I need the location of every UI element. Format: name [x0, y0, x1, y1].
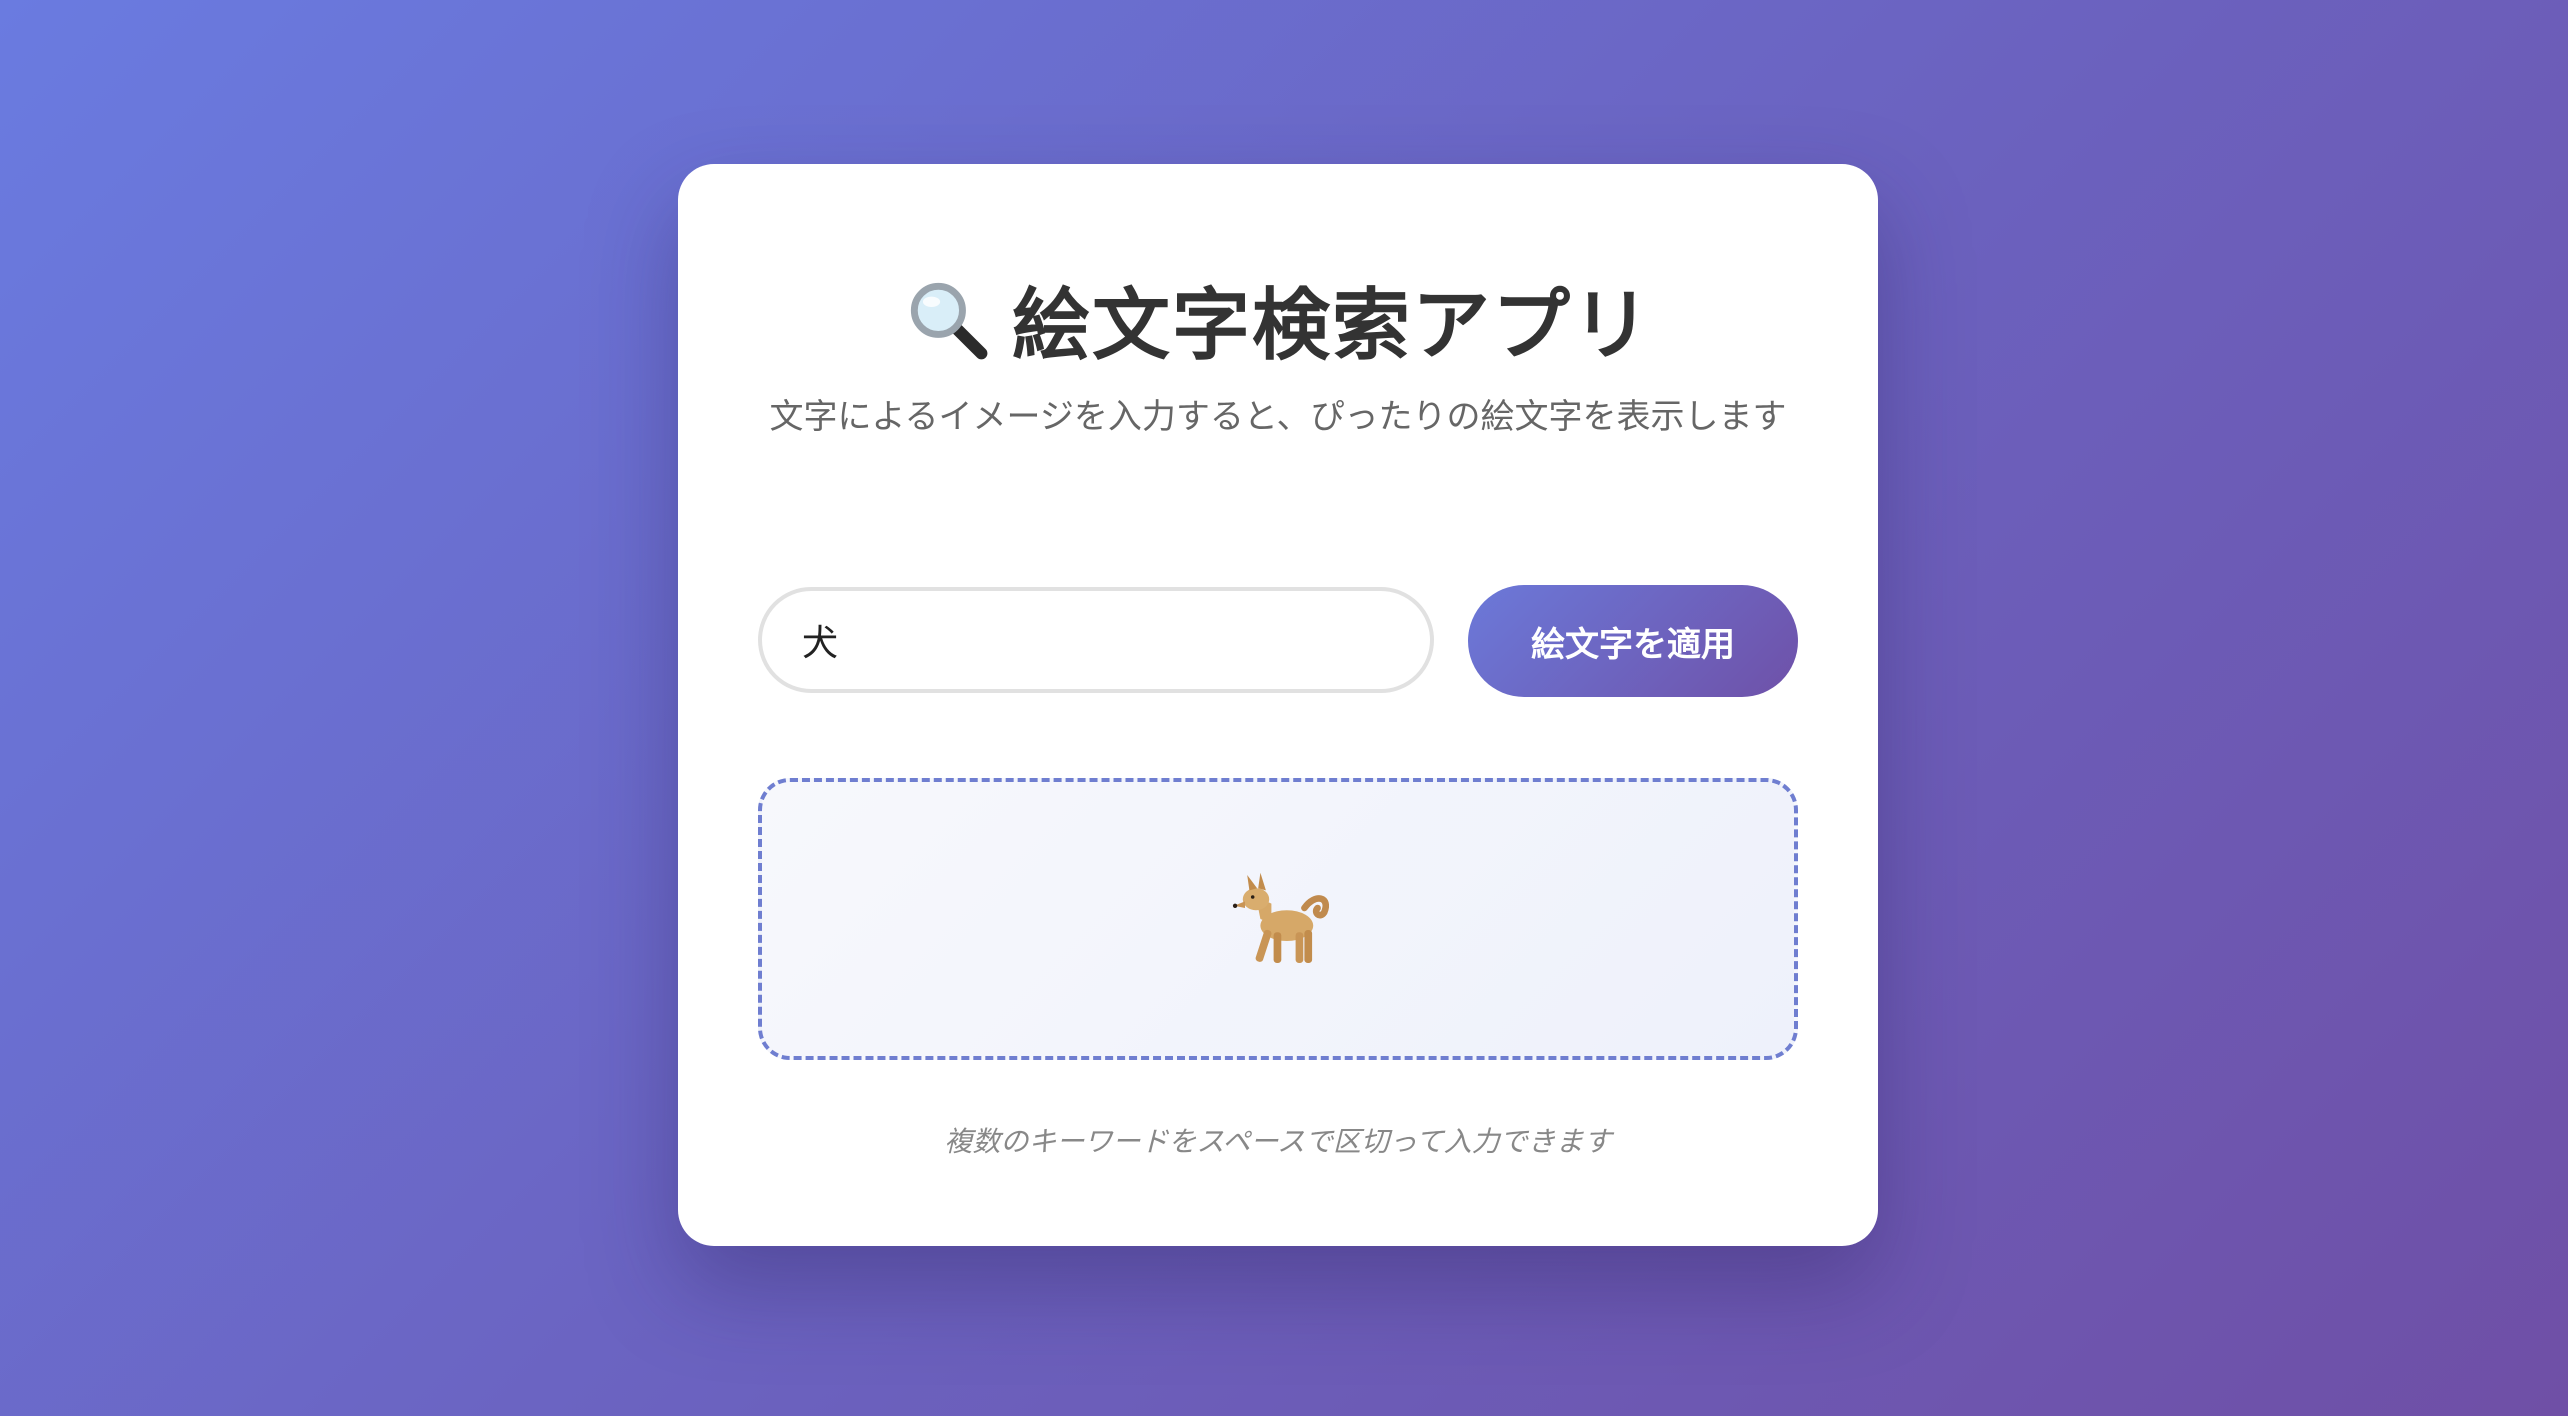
search-input[interactable]: [758, 587, 1434, 693]
page-subtitle: 文字によるイメージを入力すると、ぴったりの絵文字を表示します: [769, 397, 1787, 437]
emoji-search-card: 絵文字検索アプリ 文字によるイメージを入力すると、ぴったりの絵文字を表示します …: [678, 164, 1878, 1246]
magnifying-glass-icon: [910, 282, 988, 360]
apply-emoji-button[interactable]: 絵文字を適用: [1468, 585, 1798, 697]
page-title: 絵文字検索アプリ: [678, 264, 1878, 374]
dog-emoji-icon: [1232, 872, 1329, 963]
hint-text: 複数のキーワードをスペースで区切って入力できます: [944, 1125, 1612, 1158]
emoji-result-box: [758, 778, 1798, 1060]
app-title: 絵文字検索アプリ: [1011, 281, 1652, 371]
